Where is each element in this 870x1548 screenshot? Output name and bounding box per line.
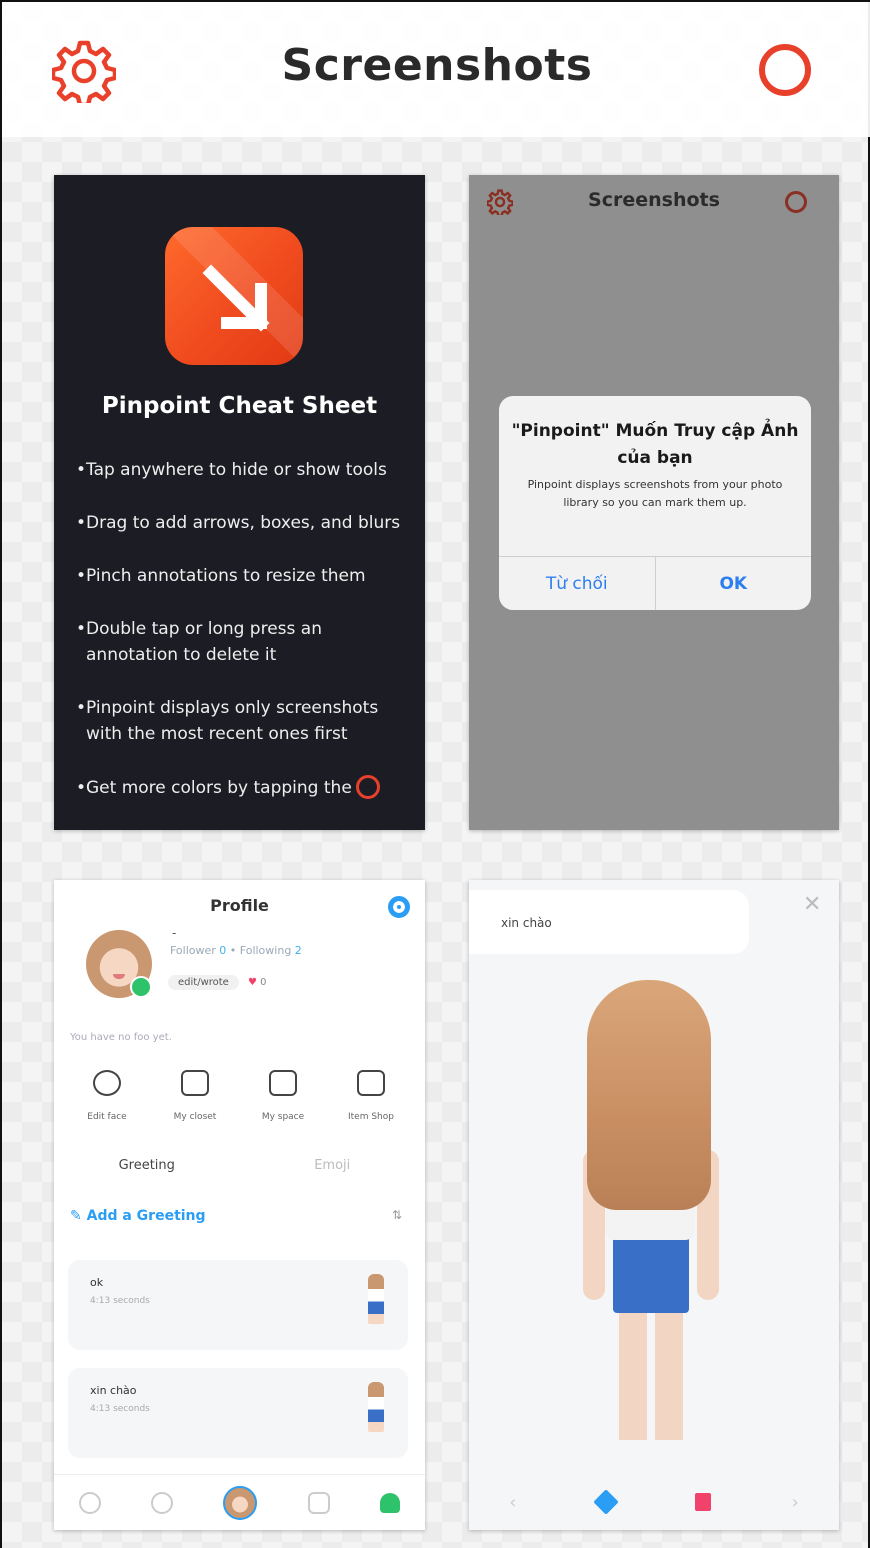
quick-action: My space (246, 1070, 320, 1123)
ring-icon (785, 191, 807, 213)
tip-item: Pinch annotations to resize them (76, 563, 416, 589)
settings-icon (388, 896, 410, 918)
avatar-figure (368, 1274, 384, 1324)
avatar-toolbar: ‹ › (469, 1474, 839, 1530)
screenshot-thumbnail-avatar[interactable]: xin chào ✕ ‹ › (469, 880, 839, 1530)
cheat-sheet-heading: Pinpoint Cheat Sheet (101, 393, 378, 419)
greeting-item: ok 4:13 seconds (68, 1260, 408, 1350)
quick-action-label: My closet (173, 1112, 217, 1122)
page-title: Screenshots (281, 40, 593, 91)
shop-icon (357, 1070, 385, 1096)
trash-icon (695, 1493, 712, 1511)
quick-action-label: My space (261, 1112, 305, 1122)
tab-emoji: Emoji (314, 1158, 351, 1173)
person-icon (379, 1492, 400, 1513)
pencil-icon: ✎ (70, 1208, 82, 1224)
dialog-buttons: Từ chối OK (499, 556, 811, 610)
following-label: Following (239, 944, 292, 957)
app-screen: Screenshots Pinpoint Cheat Sheet Tap any… (0, 0, 870, 1548)
greeting-time: 4:13 seconds (90, 1296, 150, 1306)
screenshot-thumbnail-cheat-sheet[interactable]: Pinpoint Cheat Sheet Tap anywhere to hid… (54, 175, 425, 830)
follow-counts: Follower 0 • Following 2 (170, 944, 302, 957)
pencil-icon (593, 1489, 619, 1515)
tip-text: Get more colors by tapping the (86, 778, 352, 798)
ring-icon (355, 775, 380, 799)
following-count: 2 (294, 944, 302, 957)
tip-item: Tap anywhere to hide or show tools (76, 457, 416, 483)
greeting-item: xin chào 4:13 seconds (68, 1368, 408, 1458)
quick-action-label: Item Shop (348, 1112, 394, 1122)
profile-title: Profile (210, 896, 269, 915)
quick-action-label: Edit face (87, 1112, 127, 1122)
color-picker-ring-icon[interactable] (759, 44, 811, 96)
tab-greeting: Greeting (118, 1158, 175, 1173)
search-icon (151, 1491, 174, 1514)
quick-action: Edit face (70, 1070, 144, 1123)
tip-item: Pinpoint displays only screenshots with … (76, 695, 416, 747)
tip-item: Double tap or long press an annotation t… (76, 616, 416, 668)
greeting-text: xin chào (90, 1384, 137, 1397)
speech-bubble: xin chào (469, 890, 749, 954)
tip-item: Drag to add arrows, boxes, and blurs (76, 510, 416, 536)
add-greeting-label: Add a Greeting (86, 1208, 206, 1224)
follower-count: 0 (219, 944, 227, 957)
profile-name: - (172, 926, 177, 940)
chat-icon (307, 1491, 330, 1514)
header-bar: Screenshots (2, 2, 870, 137)
screenshot-title: Screenshots (588, 189, 720, 211)
arrow-down-right-icon (202, 264, 270, 332)
greeting-time: 4:13 seconds (90, 1404, 150, 1414)
dialog-message: Pinpoint displays screenshots from your … (527, 478, 783, 509)
permission-dialog: "Pinpoint" Muốn Truy cập Ảnh của bạn Pin… (499, 396, 811, 610)
quick-action: Item Shop (334, 1070, 408, 1123)
profile-chip: edit/wrote (168, 975, 239, 990)
close-icon: ✕ (803, 892, 822, 917)
ok-button: OK (654, 557, 812, 610)
avatar-nav-icon (223, 1485, 258, 1520)
greeting-text: ok (90, 1276, 104, 1289)
likes: ♥ 0 (248, 977, 267, 988)
avatar-badge-icon (130, 976, 152, 998)
chevron-right-icon: › (791, 1491, 799, 1513)
no-gift-text: You have no foo yet. (70, 1032, 172, 1043)
heart-icon: ♥ (248, 977, 257, 988)
chevron-left-icon: ‹ (509, 1491, 517, 1513)
sofa-icon (269, 1070, 297, 1096)
quick-action: My closet (158, 1070, 232, 1123)
screenshot-thumbnail-permission[interactable]: Screenshots "Pinpoint" Muốn Truy cập Ảnh… (469, 175, 839, 830)
avatar-figure (368, 1382, 384, 1432)
deny-button: Từ chối (545, 574, 608, 594)
screenshot-thumbnail-profile[interactable]: Profile - Follower 0 • Following 2 edit/… (54, 880, 425, 1530)
bottom-nav (54, 1474, 425, 1530)
pinpoint-app-icon (165, 227, 303, 365)
dialog-title: "Pinpoint" Muốn Truy cập Ảnh của bạn (511, 421, 799, 468)
likes-count: 0 (260, 977, 267, 988)
moon-icon (79, 1491, 102, 1514)
profile-tabs: Greeting Emoji (54, 1158, 425, 1173)
shirt-icon (181, 1070, 209, 1096)
add-greeting: ✎ Add a Greeting (70, 1208, 206, 1224)
face-icon (93, 1070, 121, 1096)
sort-icon: ⇅ (392, 1208, 403, 1222)
avatar-3d-figure (565, 980, 735, 1450)
follower-label: Follower (170, 944, 216, 957)
tip-item-colors: Get more colors by tapping the (76, 775, 416, 801)
